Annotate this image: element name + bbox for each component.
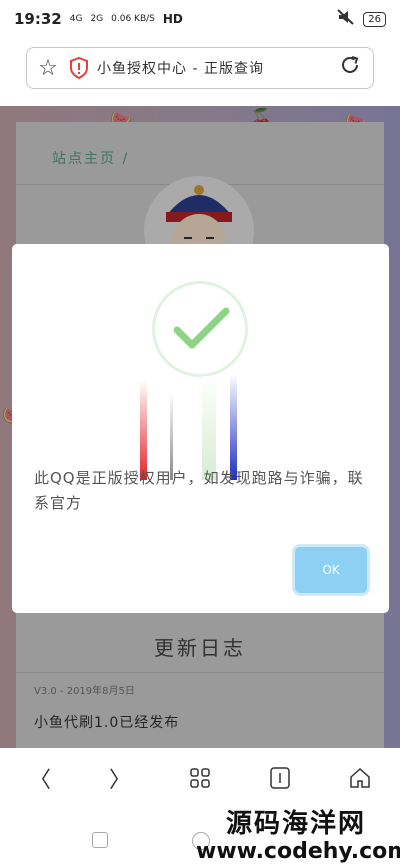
signal-2g-icon: 2G [90,13,104,24]
status-time: 19:32 [14,10,62,28]
shield-warning-icon[interactable] [69,56,89,80]
page-title[interactable]: 小鱼授权中心 - 正版查询 [97,58,335,78]
home-icon[interactable] [320,748,400,808]
status-left: 19:32 4G 2G 0.06 KB/S HD [14,10,183,28]
success-dialog: 此QQ是正版授权用户，如发现跑路与诈骗，联系官方 OK [12,244,389,613]
signal-4g-icon: 4G [69,13,83,24]
address-bar[interactable]: ☆ 小鱼授权中心 - 正版查询 [26,47,374,89]
apps-grid-icon[interactable] [160,748,240,808]
watermark: 源码海洋网 www.codehy.com [196,808,400,864]
network-speed: 0.06 KB/S [111,13,155,24]
recent-apps-icon[interactable] [92,832,108,848]
ok-button[interactable]: OK [295,547,367,593]
browser-nav-bar: 〈 〉 [0,748,400,808]
back-icon[interactable]: 〈 [0,748,80,808]
hd-indicator: HD [162,12,183,26]
address-bar-container: ☆ 小鱼授权中心 - 正版查询 [0,38,400,106]
bookmark-star-icon[interactable]: ☆ [35,56,61,81]
status-right: 26 [337,9,386,29]
watermark-url: www.codehy.com [196,839,400,864]
mute-icon [337,9,355,29]
forward-icon[interactable]: 〉 [80,748,160,808]
status-bar: 19:32 4G 2G 0.06 KB/S HD 26 [0,0,400,38]
tabs-icon[interactable] [240,748,320,808]
success-check-icon [152,281,248,377]
watermark-title: 源码海洋网 [225,809,366,839]
loading-glitch-icon [140,374,237,480]
dialog-message: 此QQ是正版授权用户，如发现跑路与诈骗，联系官方 [34,469,364,512]
reload-icon[interactable] [335,54,365,82]
battery-icon: 26 [363,11,386,27]
